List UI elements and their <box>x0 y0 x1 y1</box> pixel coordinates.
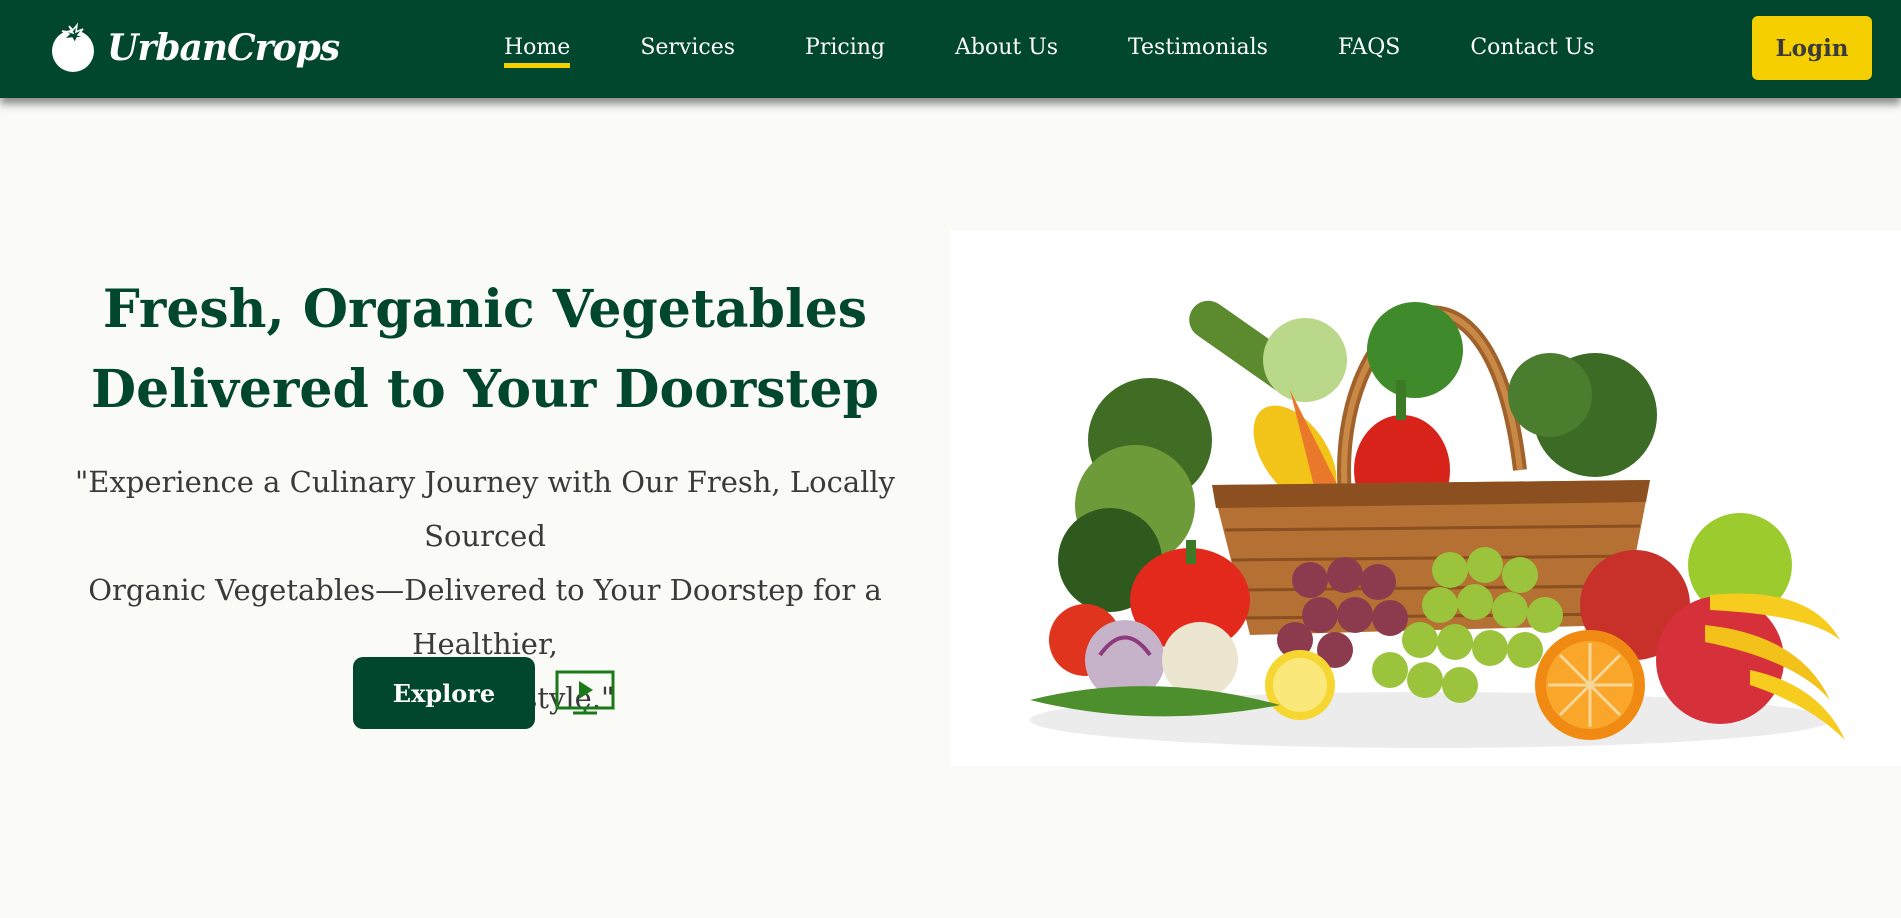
nav-pricing[interactable]: Pricing <box>805 32 885 64</box>
hero-subtitle-line-1: "Experience a Culinary Journey with Our … <box>74 465 896 553</box>
hero-title-line-2: Delivered to Your Doorstep <box>91 359 879 420</box>
hero-title: Fresh, Organic Vegetables Delivered to Y… <box>14 270 956 430</box>
brand-logo-link[interactable]: UrbanCrops <box>47 22 340 74</box>
play-video-icon[interactable] <box>555 670 615 716</box>
hero-title-line-1: Fresh, Organic Vegetables <box>102 279 868 340</box>
produce-basket-image <box>950 230 1901 766</box>
nav-testimonials[interactable]: Testimonials <box>1128 32 1268 64</box>
tomato-icon <box>52 22 94 72</box>
main-nav: Home Services Pricing About Us Testimoni… <box>504 32 1595 72</box>
brand-name: UrbanCrops <box>107 27 340 69</box>
produce-basket-illustration <box>1030 300 1845 748</box>
hero-actions: Explore <box>353 657 615 729</box>
nav-home[interactable]: Home <box>504 32 571 68</box>
nav-contact-us[interactable]: Contact Us <box>1470 32 1594 64</box>
nav-faqs[interactable]: FAQS <box>1338 32 1400 64</box>
nav-services[interactable]: Services <box>640 32 735 64</box>
login-button[interactable]: Login <box>1752 16 1872 80</box>
explore-button[interactable]: Explore <box>353 657 535 729</box>
hero-subtitle-line-2: Organic Vegetables—Delivered to Your Doo… <box>88 573 882 661</box>
top-navbar: UrbanCrops Home Services Pricing About U… <box>0 0 1901 98</box>
nav-about-us[interactable]: About Us <box>955 32 1058 64</box>
